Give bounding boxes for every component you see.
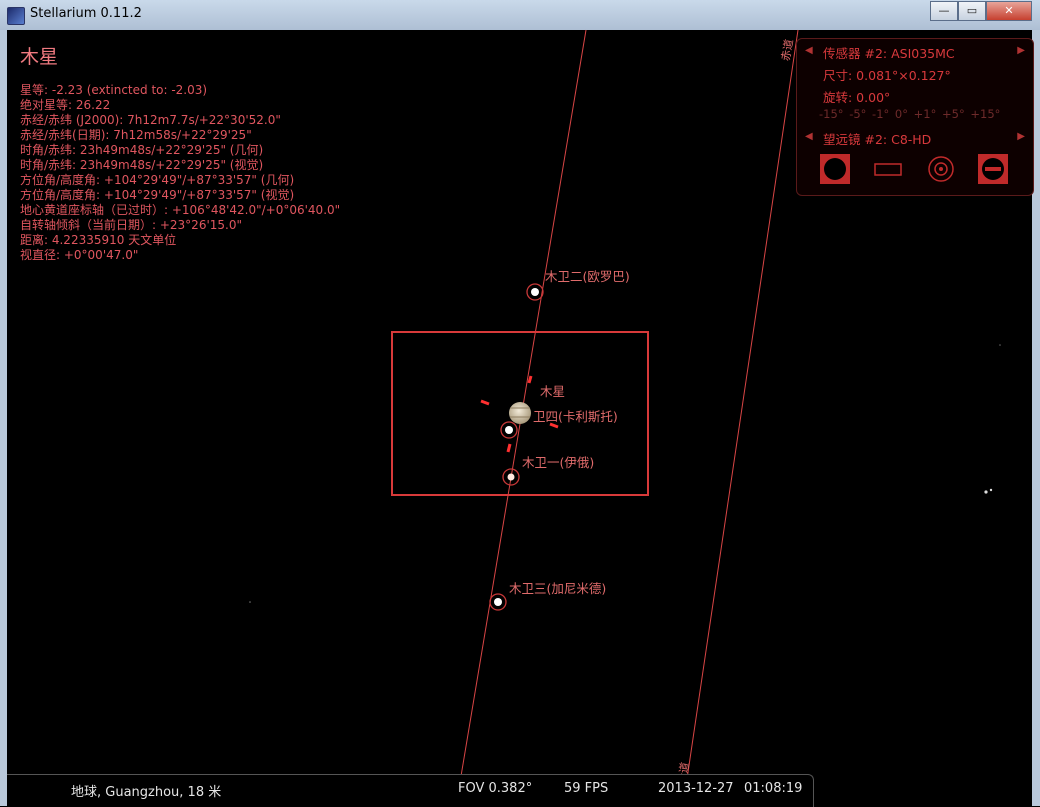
label-callisto[interactable]: 卫四(卡利斯托) xyxy=(533,406,618,425)
info-az-alt-geometric: 方位角/高度角: +104°29'49"/+87°33'57" (几何) xyxy=(20,173,295,187)
info-hour-angle-geometric: 时角/赤纬: 23h49m48s/+22°29'25" (几何) xyxy=(20,143,264,157)
ocular-icon[interactable] xyxy=(925,153,957,185)
object-info-panel: 木星 星等: -2.23 (extincted to: -2.03) 绝对星等:… xyxy=(20,42,340,263)
ganymede-dot xyxy=(494,598,502,606)
info-ra-dec-date: 赤经/赤纬(日期): 7h12m58s/+22°29'25" xyxy=(20,128,252,142)
info-az-alt-apparent: 方位角/高度角: +104°29'49"/+87°33'57" (视觉) xyxy=(20,188,295,202)
frame-icon[interactable] xyxy=(872,153,904,185)
telescope-name: 望远镜 #2: C8-HD xyxy=(823,132,932,147)
label-io[interactable]: 木卫一(伊俄) xyxy=(522,452,594,471)
jupiter-marker-left xyxy=(480,399,490,406)
info-hour-angle-apparent: 时角/赤纬: 23h49m48s/+22°29'25" (视觉) xyxy=(20,158,264,172)
oculars-panel: ◀ 传感器 #2: ASI035MC ▶ 尺寸: 0.081°×0.127° 旋… xyxy=(796,38,1034,196)
star xyxy=(249,601,251,603)
info-axial-tilt: 自转轴倾斜（当前日期）: +23°26'15.0" xyxy=(20,218,242,232)
ccd-toggle-icon[interactable] xyxy=(819,153,851,185)
telescope-next-icon[interactable]: ▶ xyxy=(1017,131,1025,142)
sensor-rotation: 旋转: 0.00° xyxy=(823,90,891,105)
time-text[interactable]: 01:08:19 xyxy=(744,781,802,796)
date-text[interactable]: 2013-12-27 xyxy=(658,781,734,796)
info-absolute-magnitude: 绝对星等: 26.22 xyxy=(20,98,111,112)
rotation-options[interactable]: -15° -5° -1° 0° +1° +5° +15° xyxy=(819,107,1000,121)
star xyxy=(989,488,993,492)
equator-line-right xyxy=(682,29,799,806)
sensor-next-icon[interactable]: ▶ xyxy=(1017,45,1025,56)
jupiter-marker-bottom xyxy=(506,443,512,453)
status-bar: 地球, Guangzhou, 18 米 FOV 0.382° 59 FPS 20… xyxy=(7,774,814,807)
label-europa[interactable]: 木卫二(欧罗巴) xyxy=(545,266,630,285)
info-apparent-diameter: 视直径: +0°00'47.0" xyxy=(20,248,139,262)
callisto-dot xyxy=(505,426,513,434)
sensor-size: 尺寸: 0.081°×0.127° xyxy=(823,68,951,83)
io-dot xyxy=(507,473,515,481)
star xyxy=(984,490,988,494)
jupiter-marker-top xyxy=(527,375,533,384)
star xyxy=(999,344,1001,346)
info-magnitude: 星等: -2.23 (extincted to: -2.03) xyxy=(20,83,208,97)
object-name: 木星 xyxy=(20,46,59,68)
info-ra-dec-j2000: 赤经/赤纬 (J2000): 7h12m7.7s/+22°30'52.0" xyxy=(20,113,281,127)
jupiter-disk xyxy=(509,402,531,424)
location-text[interactable]: 地球, Guangzhou, 18 米 xyxy=(71,781,221,800)
info-ecliptic-coords: 地心黄道座标轴（已过时）: +106°48'42.0"/+0°06'40.0" xyxy=(20,203,341,217)
fov-text: FOV 0.382° xyxy=(458,781,533,796)
info-distance: 距离: 4.22335910 天文单位 xyxy=(20,233,177,247)
sensor-name: 传感器 #2: ASI035MC xyxy=(823,46,955,61)
fps-text: 59 FPS xyxy=(564,781,609,796)
telescope-prev-icon[interactable]: ◀ xyxy=(805,131,813,142)
settings-icon[interactable] xyxy=(977,153,1009,185)
sensor-prev-icon[interactable]: ◀ xyxy=(805,45,813,56)
label-jupiter[interactable]: 木星 xyxy=(540,381,565,400)
europa-dot xyxy=(531,288,539,296)
label-ganymede[interactable]: 木卫三(加尼米德) xyxy=(509,578,606,597)
